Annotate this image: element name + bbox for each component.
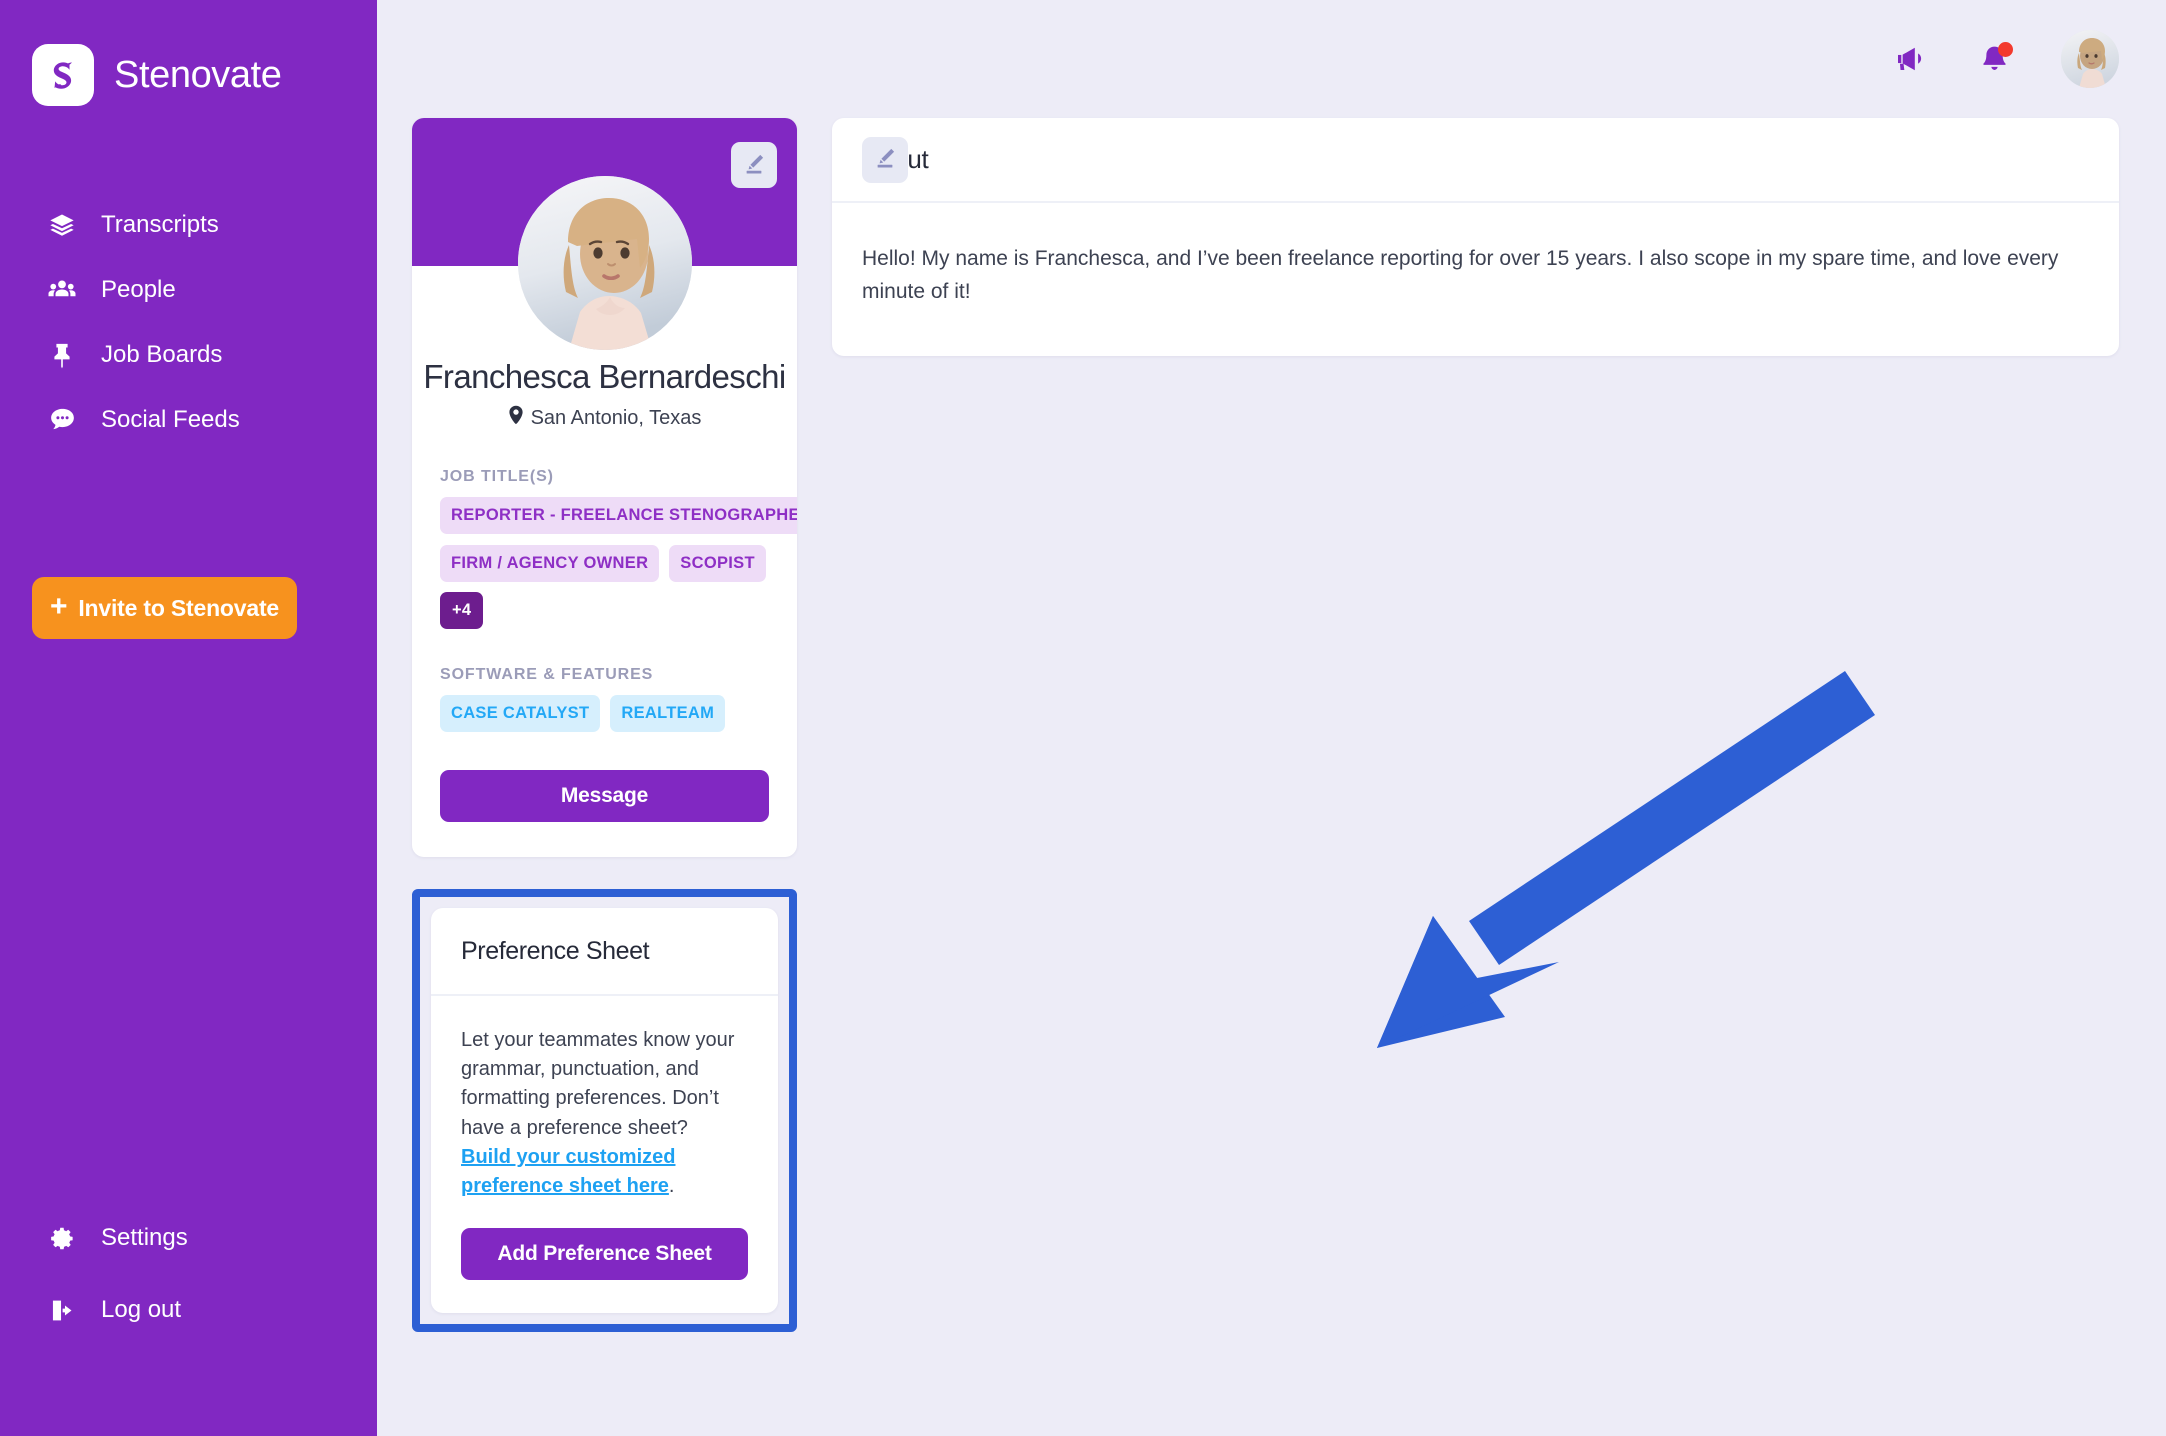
bell-icon[interactable] bbox=[1978, 41, 2013, 76]
preference-sheet-description: Let your teammates know your grammar, pu… bbox=[461, 1026, 748, 1201]
edit-pencil-icon bbox=[872, 145, 898, 174]
sidebar-item-label: Social Feeds bbox=[101, 405, 240, 433]
about-card: About Hello! My name is Franche bbox=[832, 118, 2119, 357]
job-title-tag[interactable]: SCOPIST bbox=[669, 545, 766, 582]
sidebar-nav: Transcripts People Job Boards Social Fee… bbox=[0, 192, 377, 452]
job-title-tag[interactable]: FIRM / AGENCY OWNER bbox=[440, 545, 660, 582]
profile-banner bbox=[412, 118, 797, 350]
logout-icon bbox=[47, 1295, 77, 1325]
sidebar-item-settings[interactable]: Settings bbox=[0, 1202, 377, 1274]
right-column: About Hello! My name is Franche bbox=[832, 118, 2119, 357]
top-bar bbox=[377, 0, 2166, 118]
about-body: Hello! My name is Franchesca, and I’ve b… bbox=[862, 247, 2059, 303]
content-columns: Franchesca Bernardeschi San Antonio, Tex… bbox=[377, 118, 2166, 1333]
job-title-tag[interactable]: REPORTER - FREELANCE STENOGRAPHER bbox=[440, 497, 797, 534]
sidebar: Stenovate Transcripts People Job Boards … bbox=[0, 0, 377, 1436]
job-titles-label: JOB TITLE(S) bbox=[440, 468, 554, 485]
about-header: About bbox=[832, 118, 2119, 203]
avatar[interactable] bbox=[2061, 30, 2119, 88]
sidebar-item-job-boards[interactable]: Job Boards bbox=[0, 322, 377, 387]
sidebar-item-label: Job Boards bbox=[101, 340, 223, 368]
build-preference-sheet-link[interactable]: Build your customized preference sheet h… bbox=[461, 1146, 675, 1197]
sidebar-bottom-nav: Settings Log out bbox=[0, 1202, 377, 1346]
preference-sheet-card: Preference Sheet Let your teammates know… bbox=[431, 908, 778, 1314]
preference-sheet-body: Let your teammates know your grammar, pu… bbox=[431, 996, 778, 1313]
job-titles-section: JOB TITLE(S) REPORTER - FREELANCE STENOG… bbox=[412, 468, 797, 732]
gear-icon bbox=[47, 1223, 77, 1253]
profile-card: Franchesca Bernardeschi San Antonio, Tex… bbox=[412, 118, 797, 857]
profile-location-label: San Antonio, Texas bbox=[530, 406, 702, 429]
profile-location: San Antonio, Texas bbox=[412, 405, 797, 431]
app-root: Stenovate Transcripts People Job Boards … bbox=[0, 0, 2166, 1436]
message-button[interactable]: Message bbox=[440, 770, 769, 822]
notification-dot bbox=[1998, 41, 2013, 57]
brand-logo[interactable]: Stenovate bbox=[0, 0, 377, 106]
sidebar-item-label: Log out bbox=[101, 1296, 182, 1323]
software-row: CASE CATALYST REALTEAM bbox=[440, 695, 769, 732]
invite-button-label: Invite to Stenovate bbox=[78, 594, 279, 621]
sidebar-item-social-feeds[interactable]: Social Feeds bbox=[0, 387, 377, 452]
edit-about-button[interactable] bbox=[862, 136, 908, 183]
stenovate-s-logo-icon bbox=[32, 44, 94, 106]
edit-profile-button[interactable] bbox=[731, 142, 777, 188]
preference-sheet-title: Preference Sheet bbox=[431, 908, 778, 996]
layers-icon bbox=[47, 210, 77, 240]
software-tag[interactable]: REALTEAM bbox=[610, 695, 726, 732]
job-titles-row-2: FIRM / AGENCY OWNER SCOPIST +4 bbox=[440, 545, 769, 629]
pushpin-icon bbox=[47, 340, 77, 370]
people-group-icon bbox=[47, 275, 77, 305]
software-label: SOFTWARE & FEATURES bbox=[440, 666, 654, 683]
page-title: Franchesca Bernardeschi bbox=[423, 358, 786, 395]
main-area: Franchesca Bernardeschi San Antonio, Tex… bbox=[377, 0, 2166, 1436]
sidebar-item-label: Transcripts bbox=[101, 210, 219, 238]
sidebar-item-label: People bbox=[101, 275, 176, 303]
preference-sheet-description-part1: Let your teammates know your grammar, pu… bbox=[461, 1029, 735, 1139]
sidebar-item-transcripts[interactable]: Transcripts bbox=[0, 192, 377, 257]
brand-name: Stenovate bbox=[114, 53, 282, 96]
chat-bubble-icon bbox=[47, 405, 77, 435]
sidebar-item-log-out[interactable]: Log out bbox=[0, 1274, 377, 1346]
sidebar-item-people[interactable]: People bbox=[0, 257, 377, 322]
left-column: Franchesca Bernardeschi San Antonio, Tex… bbox=[412, 118, 797, 1333]
blue-highlight-box: Preference Sheet Let your teammates know… bbox=[412, 889, 797, 1333]
megaphone-icon[interactable] bbox=[1892, 41, 1928, 77]
sidebar-item-label: Settings bbox=[101, 1224, 188, 1251]
preference-sheet-description-part2: . bbox=[668, 1174, 675, 1197]
edit-pencil-icon bbox=[741, 151, 767, 180]
software-tag[interactable]: CASE CATALYST bbox=[440, 695, 601, 732]
invite-to-stenovate-button[interactable]: + Invite to Stenovate bbox=[32, 577, 297, 639]
job-titles-row-1: REPORTER - FREELANCE STENOGRAPHER bbox=[440, 497, 797, 534]
profile-avatar bbox=[517, 176, 692, 350]
map-pin-icon bbox=[508, 405, 524, 431]
add-preference-sheet-button[interactable]: Add Preference Sheet bbox=[461, 1228, 748, 1281]
plus-icon: + bbox=[49, 589, 68, 623]
job-titles-more-badge[interactable]: +4 bbox=[440, 592, 484, 629]
